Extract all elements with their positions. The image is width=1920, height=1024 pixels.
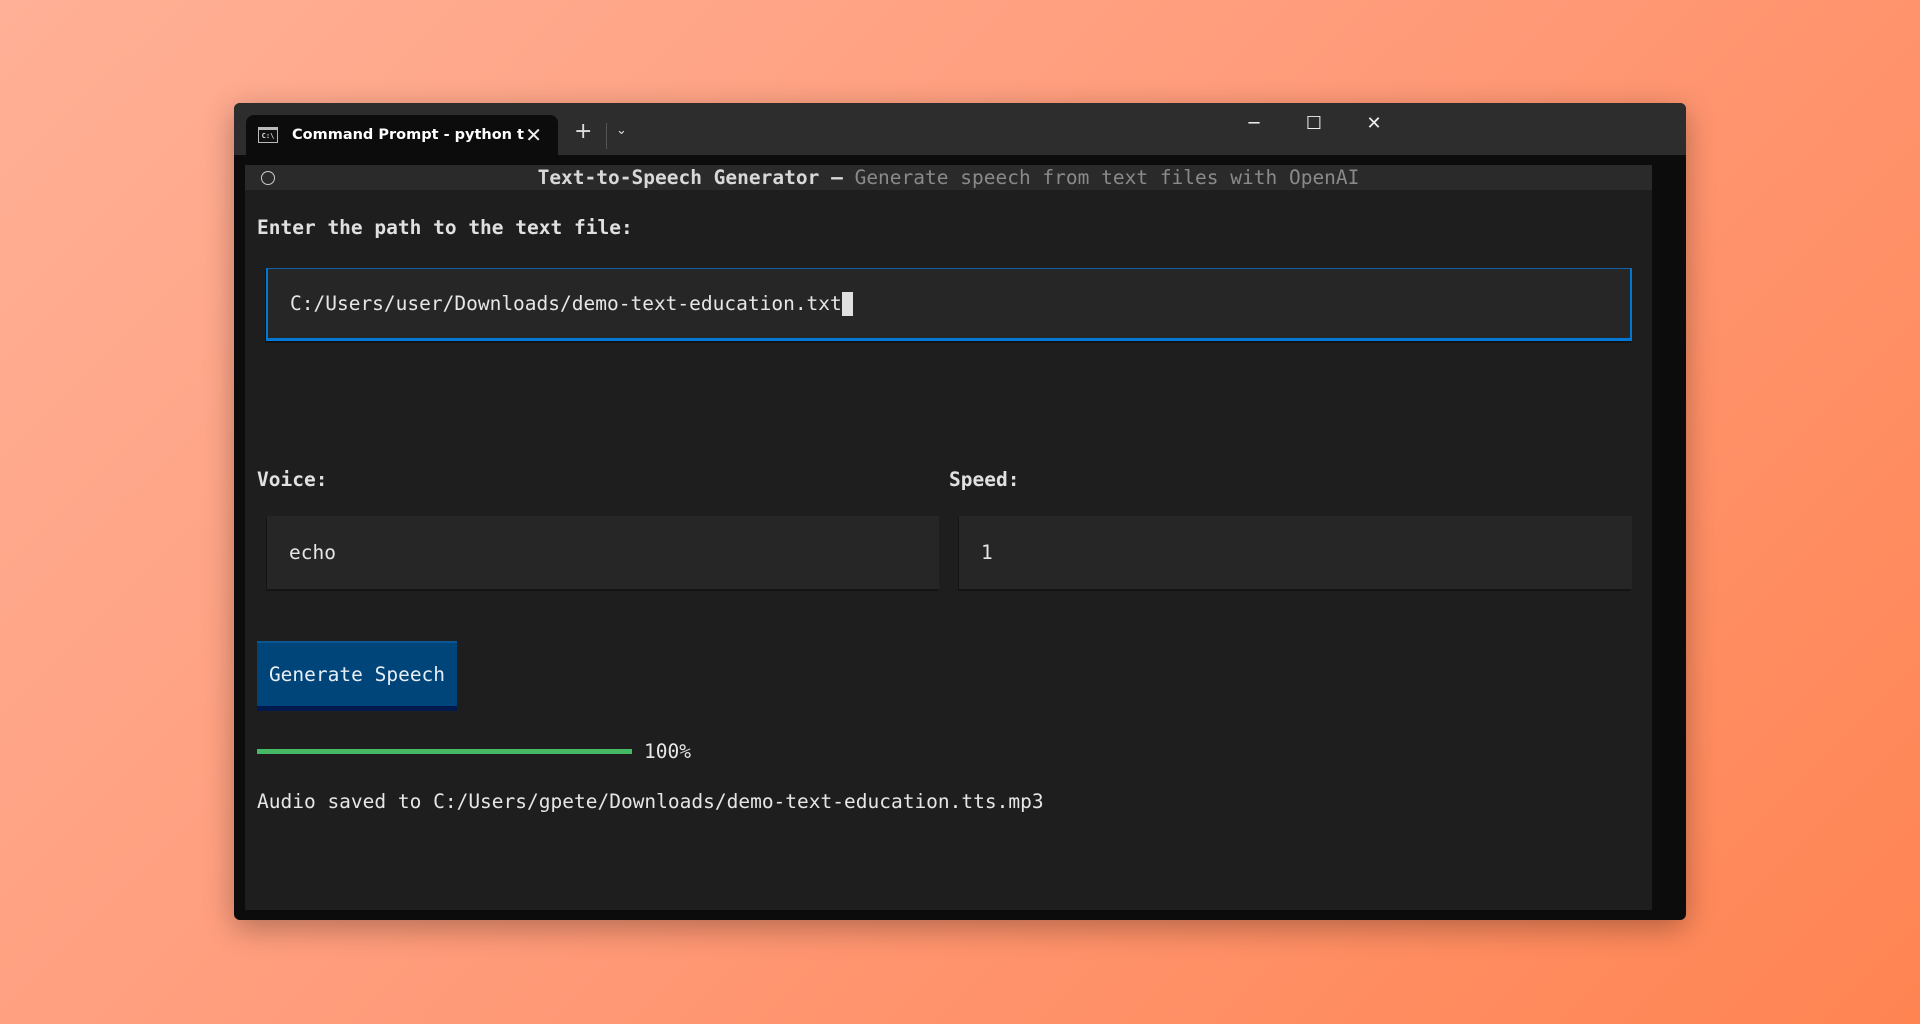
minimize-button[interactable]: ─ <box>1234 113 1274 134</box>
voice-label: Voice: <box>257 468 328 491</box>
text-cursor <box>841 291 853 316</box>
progress-label: 100% <box>644 740 691 763</box>
tab-close-icon[interactable]: ✕ <box>525 123 542 147</box>
speed-value: 1 <box>981 541 993 564</box>
voice-value: echo <box>289 541 336 564</box>
cmd-icon: C:\ <box>258 127 278 143</box>
path-value: C:/Users/user/Downloads/demo-text-educat… <box>290 292 842 315</box>
chevron-down-icon[interactable]: ⌄ <box>616 123 627 138</box>
speed-input[interactable]: 1 <box>959 516 1632 589</box>
title-separator: – <box>819 166 855 189</box>
status-message: Audio saved to C:/Users/gpete/Downloads/… <box>257 790 1044 813</box>
app-subtitle: Generate speech from text files with Ope… <box>854 166 1360 189</box>
generate-speech-button[interactable]: Generate Speech <box>257 641 457 711</box>
divider <box>606 123 607 149</box>
tab-command-prompt[interactable]: C:\ Command Prompt - python t ✕ <box>246 115 558 155</box>
progress-fill <box>257 749 632 754</box>
title-bar: C:\ Command Prompt - python t ✕ + ⌄ ─ ☐ … <box>234 103 1686 155</box>
app-panel: Text-to-Speech Generator – Generate spee… <box>245 165 1652 910</box>
maximize-button[interactable]: ☐ <box>1294 113 1334 134</box>
path-label: Enter the path to the text file: <box>257 216 633 239</box>
app-title: Text-to-Speech Generator <box>537 166 820 189</box>
progress-bar <box>257 749 632 754</box>
speed-label: Speed: <box>949 468 1020 491</box>
terminal-window: C:\ Command Prompt - python t ✕ + ⌄ ─ ☐ … <box>234 103 1686 920</box>
circle-icon <box>261 171 275 185</box>
tab-title: Command Prompt - python t <box>292 127 524 143</box>
voice-input[interactable]: echo <box>267 516 939 589</box>
new-tab-button[interactable]: + <box>574 119 592 144</box>
close-button[interactable]: ✕ <box>1354 113 1394 134</box>
path-input[interactable]: C:/Users/user/Downloads/demo-text-educat… <box>266 268 1632 341</box>
app-header: Text-to-Speech Generator – Generate spee… <box>245 165 1652 190</box>
